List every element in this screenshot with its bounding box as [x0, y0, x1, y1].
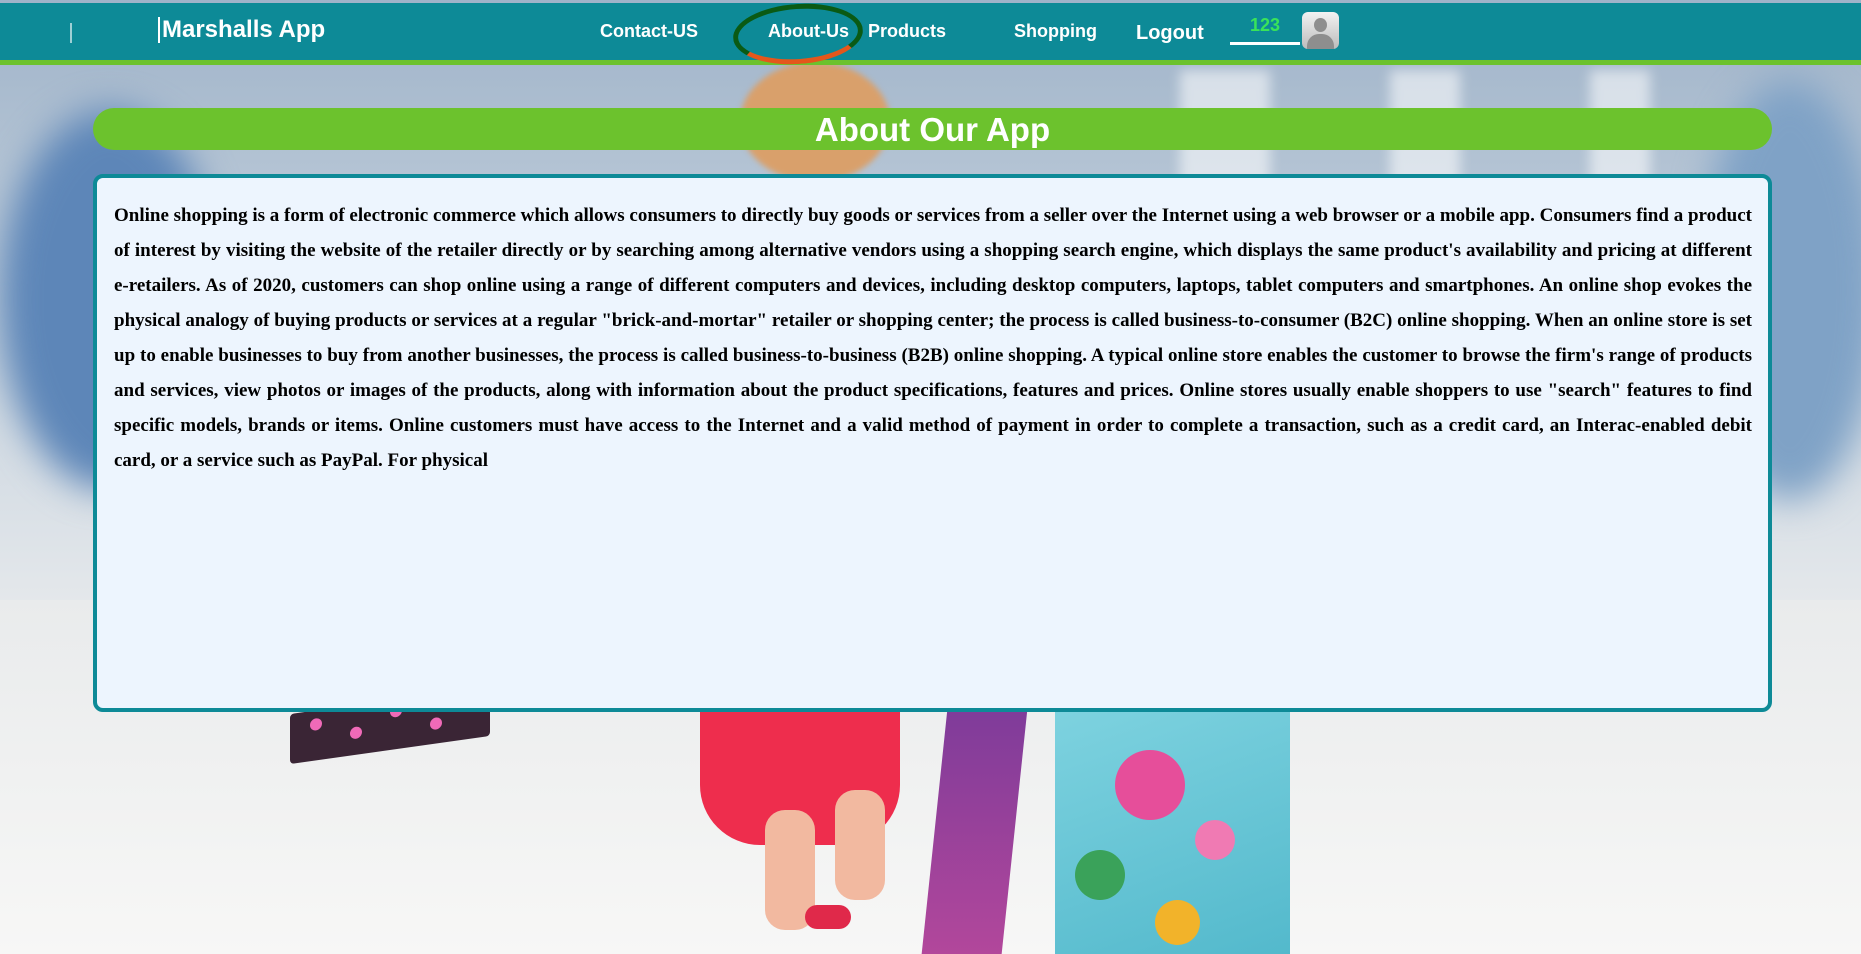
cart-counter: 123: [1230, 15, 1300, 45]
nav-green-underline: [0, 60, 1861, 65]
bg-bag-floral: [1055, 700, 1290, 954]
page-title: About Our App: [814, 111, 1051, 148]
nav-link-products[interactable]: Products: [868, 20, 946, 42]
page-title-bar: About Our App: [93, 108, 1772, 150]
about-text: Online shopping is a form of electronic …: [114, 205, 1752, 471]
nav-link-contact-us[interactable]: Contact-US: [600, 20, 698, 42]
top-navbar: Marshalls App Contact-US About-Us Produc…: [0, 3, 1861, 60]
brand-title[interactable]: Marshalls App: [158, 17, 325, 43]
nav-link-logout[interactable]: Logout: [1136, 22, 1204, 44]
avatar-head-shape: [1314, 18, 1327, 32]
nav-link-shopping[interactable]: Shopping: [1014, 20, 1097, 42]
user-avatar-icon[interactable]: [1302, 12, 1339, 49]
bg-leg: [835, 790, 885, 900]
bg-shoe: [805, 905, 851, 929]
about-content-card: Online shopping is a form of electronic …: [93, 174, 1772, 712]
avatar-body-shape: [1307, 34, 1334, 49]
nav-divider: [70, 23, 72, 43]
